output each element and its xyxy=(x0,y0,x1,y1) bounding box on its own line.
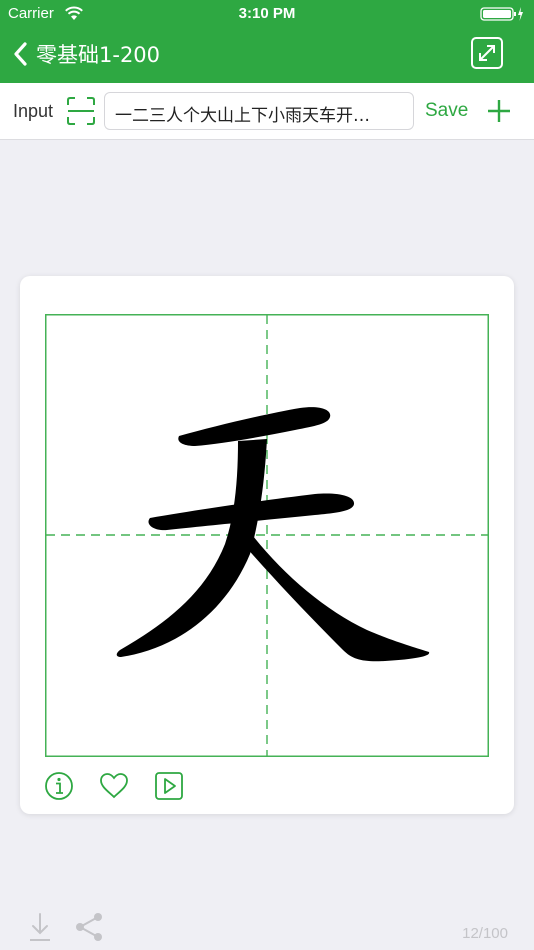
status-bar: Carrier 3:10 PM xyxy=(0,0,534,28)
input-bar: Input 一二三人个大山上下小雨天车开… Save xyxy=(0,83,534,140)
save-button[interactable]: Save xyxy=(425,100,468,122)
page-title: 零基础1-200 xyxy=(36,43,161,67)
scan-icon[interactable] xyxy=(66,96,96,126)
input-label: Input xyxy=(13,101,54,121)
expand-icon[interactable] xyxy=(470,36,504,70)
heart-icon[interactable] xyxy=(99,771,129,801)
info-icon[interactable] xyxy=(44,771,74,801)
chevron-left-icon xyxy=(14,42,27,66)
nav-bar: 零基础1-200 xyxy=(0,28,534,83)
app-header: Carrier 3:10 PM 零基础1-200 xyxy=(0,0,534,83)
status-time: 3:10 PM xyxy=(238,5,296,22)
battery-icon xyxy=(480,7,523,21)
page-counter: 12/100 xyxy=(462,925,508,942)
download-icon[interactable] xyxy=(28,911,52,943)
character-input-field[interactable]: 一二三人个大山上下小雨天车开… xyxy=(104,92,414,130)
plus-icon[interactable] xyxy=(486,98,512,124)
back-button[interactable]: 零基础1-200 xyxy=(10,38,160,70)
bottom-toolbar: 12/100 xyxy=(0,905,534,950)
writing-grid xyxy=(45,314,489,757)
share-icon[interactable] xyxy=(74,911,104,943)
play-icon[interactable] xyxy=(154,771,184,801)
character-glyph xyxy=(116,407,430,662)
